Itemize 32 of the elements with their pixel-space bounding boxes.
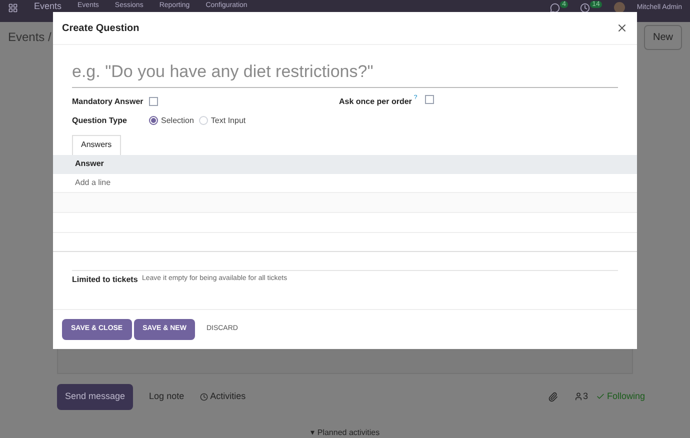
log-note-button[interactable]: Log note bbox=[145, 384, 188, 410]
breadcrumb[interactable]: Events / bbox=[8, 28, 52, 46]
app-name[interactable]: Events bbox=[34, 2, 62, 11]
column-header: Answer bbox=[75, 158, 104, 170]
apps-menu-icon[interactable] bbox=[8, 3, 18, 13]
clock-icon bbox=[200, 392, 208, 401]
check-icon bbox=[596, 392, 605, 402]
paperclip-icon[interactable] bbox=[548, 392, 558, 402]
dialog-title: Create Question bbox=[62, 22, 140, 36]
send-message-button[interactable]: Send message bbox=[57, 384, 134, 410]
clock-icon[interactable] bbox=[580, 2, 590, 12]
field-label: Ask once per order bbox=[339, 96, 412, 108]
field-label: Limited to tickets bbox=[72, 274, 139, 286]
followers-count[interactable]: 3 bbox=[582, 390, 588, 404]
avatar[interactable] bbox=[614, 2, 625, 13]
person-icon bbox=[574, 392, 583, 402]
checkbox[interactable] bbox=[149, 97, 158, 106]
add-line-link[interactable]: Add a line bbox=[75, 176, 111, 188]
field-label: Mandatory Answer bbox=[72, 96, 144, 108]
chat-icon[interactable] bbox=[550, 2, 560, 12]
caret-icon: ▾ bbox=[310, 429, 314, 437]
field-label: Question Type bbox=[72, 114, 128, 126]
activities-button[interactable]: Activities bbox=[210, 384, 246, 410]
new-button[interactable]: New bbox=[644, 24, 682, 50]
close-button[interactable] bbox=[616, 22, 628, 34]
tab[interactable]: Answers bbox=[72, 134, 121, 154]
radio-label[interactable]: Selection bbox=[161, 114, 194, 126]
radio-button[interactable] bbox=[149, 116, 158, 125]
radio-label[interactable]: Text Input bbox=[210, 114, 246, 126]
planned-activities-toggle[interactable]: Planned activities bbox=[317, 429, 380, 437]
question-field[interactable]: e.g. "Do you have any diet restrictions?" bbox=[72, 59, 618, 88]
checkbox[interactable] bbox=[425, 95, 434, 104]
